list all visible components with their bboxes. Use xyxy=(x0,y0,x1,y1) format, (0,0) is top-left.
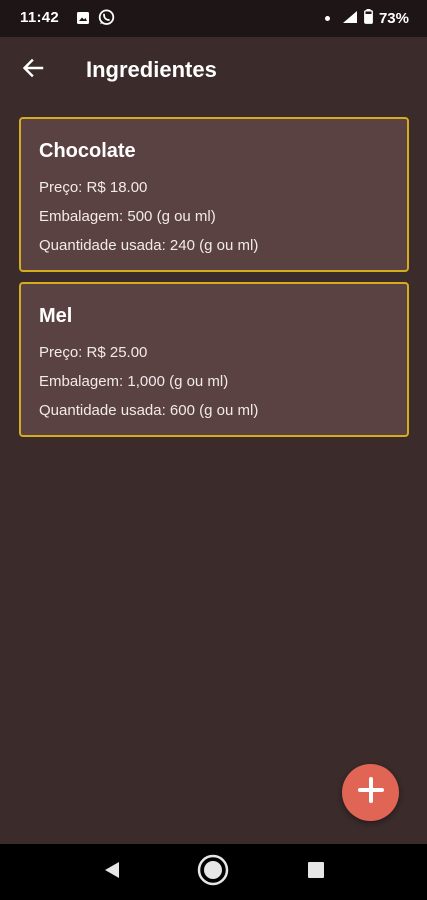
ingredient-price: Preço: R$ 18.00 xyxy=(39,179,148,196)
ingredient-list: Chocolate Preço: R$ 18.00 Embalagem: 500… xyxy=(19,117,409,447)
recents-square-icon xyxy=(307,861,325,884)
back-triangle-icon xyxy=(102,860,122,885)
ingredient-used-quantity: Quantidade usada: 600 (g ou ml) xyxy=(39,402,259,419)
nav-recents-button[interactable] xyxy=(300,856,332,888)
app-bar: Ingredientes xyxy=(0,37,427,103)
ingredient-name: Chocolate xyxy=(39,140,136,162)
whatsapp-icon xyxy=(98,9,115,30)
home-circle-icon xyxy=(197,854,229,891)
arrow-left-icon xyxy=(22,57,44,84)
nav-back-button[interactable] xyxy=(96,856,128,888)
add-ingredient-button[interactable] xyxy=(342,764,399,821)
status-time: 11:42 xyxy=(20,9,60,26)
status-bar: 11:42 73% xyxy=(0,0,427,37)
screen: 11:42 73% Ingredientes Chocolate Preço: … xyxy=(0,0,427,900)
status-left-icons xyxy=(76,9,115,30)
status-right: 73% xyxy=(324,9,409,28)
nav-home-button[interactable] xyxy=(197,854,229,891)
signal-icon xyxy=(342,10,358,28)
system-nav-bar xyxy=(0,844,427,900)
ingredient-card[interactable]: Chocolate Preço: R$ 18.00 Embalagem: 500… xyxy=(19,117,409,272)
page-title: Ingredientes xyxy=(86,57,217,82)
battery-icon xyxy=(364,9,373,28)
ingredient-used-quantity: Quantidade usada: 240 (g ou ml) xyxy=(39,237,259,254)
notification-dot-icon xyxy=(324,16,330,21)
ingredient-name: Mel xyxy=(39,305,73,327)
ingredient-package: Embalagem: 1,000 (g ou ml) xyxy=(39,373,229,390)
ingredient-package: Embalagem: 500 (g ou ml) xyxy=(39,208,216,225)
plus-icon xyxy=(357,776,385,809)
image-icon xyxy=(76,11,90,29)
back-button[interactable] xyxy=(16,53,50,87)
ingredient-price: Preço: R$ 25.00 xyxy=(39,344,148,361)
ingredient-card[interactable]: Mel Preço: R$ 25.00 Embalagem: 1,000 (g … xyxy=(19,282,409,437)
battery-percent: 73% xyxy=(378,10,409,27)
